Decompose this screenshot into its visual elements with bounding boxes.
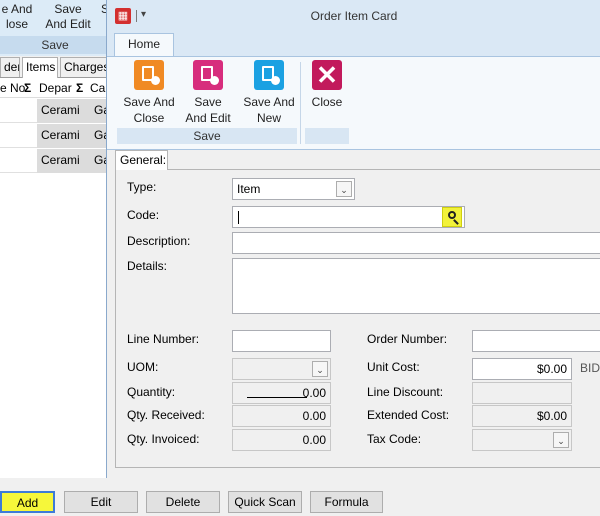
quick-scan-button[interactable]: Quick Scan	[228, 491, 302, 513]
quantity-underline	[247, 397, 307, 398]
save-and-edit-label-line2: And Edit	[185, 111, 231, 125]
tax-code-label: Tax Code:	[367, 432, 422, 446]
tab-general[interactable]: General:	[115, 150, 168, 170]
type-select[interactable]: Item ⌄	[232, 178, 355, 200]
description-input[interactable]	[232, 232, 600, 254]
save-and-edit-label-line1: Save	[194, 95, 222, 109]
background-save-and-close-line1: e And	[1, 2, 33, 16]
extended-cost-input[interactable]: $0.00	[472, 405, 572, 427]
line-discount-input[interactable]	[472, 382, 572, 404]
close-button[interactable]: ✕ Close	[306, 60, 348, 110]
delete-button[interactable]: Delete	[146, 491, 220, 513]
table-row[interactable]: Cerami Ga	[0, 99, 114, 123]
edit-button[interactable]: Edit	[64, 491, 138, 513]
description-label: Description:	[127, 234, 191, 248]
background-grid-header: e No Σ Depar Σ Ca	[0, 78, 110, 98]
quantity-input[interactable]: 0.00	[232, 382, 331, 404]
search-icon[interactable]	[442, 207, 462, 227]
toolbar-separator	[136, 10, 137, 22]
chevron-down-icon[interactable]: ⌄	[312, 361, 328, 377]
qty-received-label: Qty. Received:	[127, 408, 205, 422]
close-icon: ✕	[312, 60, 342, 90]
window-title: Order Item Card	[310, 9, 398, 23]
quick-access-dropdown-icon[interactable]: ▾	[141, 9, 146, 20]
cell-department: Cerami	[37, 149, 92, 173]
background-group-save: Save	[0, 36, 110, 54]
unit-cost-input[interactable]: $0.00	[472, 358, 572, 380]
add-button[interactable]: Add	[0, 491, 55, 513]
background-save-and-edit-line1: Save	[54, 2, 82, 16]
background-tab-order[interactable]: der	[0, 57, 20, 77]
save-new-icon	[254, 60, 284, 90]
ribbon-separator	[300, 62, 301, 144]
background-save-and-edit-line2: And Edit	[45, 17, 91, 31]
cell-department: Cerami	[37, 124, 92, 148]
table-row[interactable]: Cerami Ga	[0, 149, 114, 173]
ribbon-tab-strip	[107, 32, 600, 56]
unit-cost-label: Unit Cost:	[367, 360, 420, 374]
order-number-input[interactable]	[472, 330, 600, 352]
tab-home[interactable]: Home	[114, 33, 174, 57]
qty-received-input[interactable]: 0.00	[232, 405, 331, 427]
sigma-icon[interactable]: Σ	[76, 81, 83, 95]
line-number-label: Line Number:	[127, 332, 200, 346]
details-label: Details:	[127, 259, 168, 273]
unit-cost-suffix: BID	[580, 361, 600, 375]
background-save-and-close-button[interactable]: e And lose	[0, 2, 34, 32]
order-number-label: Order Number:	[367, 332, 448, 346]
app-basket-icon[interactable]: ▦	[115, 8, 131, 24]
uom-select[interactable]: ⌄	[232, 358, 331, 380]
extended-cost-label: Extended Cost:	[367, 408, 450, 422]
save-and-edit-button[interactable]: Save And Edit	[182, 60, 234, 126]
background-tab-charges[interactable]: Charges	[60, 57, 110, 77]
qty-invoiced-input[interactable]: 0.00	[232, 429, 331, 451]
column-department[interactable]: Depar	[39, 81, 72, 95]
type-label: Type:	[127, 180, 157, 194]
text-cursor	[238, 211, 239, 224]
code-label: Code:	[127, 208, 160, 222]
uom-label: UOM:	[127, 360, 159, 374]
cell-department: Cerami	[37, 99, 92, 123]
sigma-icon[interactable]: Σ	[24, 81, 31, 95]
tax-code-select[interactable]: ⌄	[472, 429, 572, 451]
save-and-new-label-line2: New	[256, 111, 281, 125]
table-row[interactable]: Cerami Ga	[0, 124, 114, 148]
save-and-close-label-line2: Close	[133, 111, 165, 125]
save-and-new-button[interactable]: Save And New	[239, 60, 299, 126]
formula-button[interactable]: Formula	[310, 491, 383, 513]
ribbon-group-save: Save	[117, 128, 297, 144]
save-and-new-label-line1: Save And	[243, 95, 295, 109]
qty-invoiced-label: Qty. Invoiced:	[127, 432, 200, 446]
type-value: Item	[237, 182, 261, 196]
save-and-close-label-line1: Save And	[123, 95, 175, 109]
line-number-input[interactable]	[232, 330, 331, 352]
background-save-and-edit-button[interactable]: Save And Edit	[42, 2, 94, 32]
chevron-down-icon[interactable]: ⌄	[553, 432, 569, 448]
close-label: Close	[311, 95, 343, 109]
save-and-close-button[interactable]: Save And Close	[119, 60, 179, 126]
save-close-icon	[134, 60, 164, 90]
order-item-card-dialog: Order Item Card ▦ ▾ Home Save And Close …	[106, 0, 600, 478]
chevron-down-icon[interactable]: ⌄	[336, 181, 352, 197]
background-tab-items[interactable]: Items	[22, 57, 58, 79]
code-input[interactable]	[232, 206, 465, 228]
save-edit-icon	[193, 60, 223, 90]
ribbon-group-close	[305, 128, 349, 144]
quantity-label: Quantity:	[127, 385, 176, 399]
details-textarea[interactable]	[232, 258, 600, 314]
column-line-no[interactable]: e No	[0, 81, 25, 95]
line-discount-label: Line Discount:	[367, 385, 444, 399]
column-category[interactable]: Ca	[90, 81, 105, 95]
background-save-and-close-line2: lose	[5, 17, 28, 31]
